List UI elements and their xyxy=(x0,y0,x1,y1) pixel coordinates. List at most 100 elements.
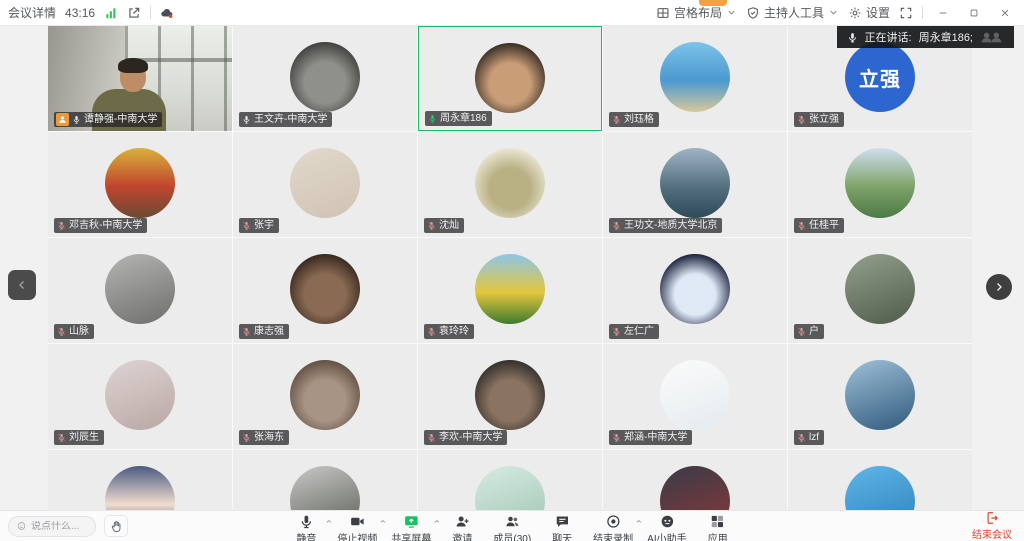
layout-menu[interactable]: 宫格布局 xyxy=(656,4,737,21)
toolbar-button-label: 聊天 xyxy=(552,530,572,541)
mic-muted-icon xyxy=(242,327,251,336)
participant-tile[interactable]: 王文卉-中南大学 xyxy=(233,26,417,131)
participant-tile[interactable]: 邓吉秋-中南大学 xyxy=(48,132,232,237)
participant-tile[interactable] xyxy=(48,450,232,510)
avatar xyxy=(290,254,360,324)
host-tools-menu[interactable]: 主持人工具 xyxy=(746,4,839,21)
participant-grid: 谭静强-中南大学王文卉-中南大学周永章186刘珏格立强张立强邓吉秋-中南大学张宇… xyxy=(48,26,972,510)
previous-page-button[interactable] xyxy=(8,270,36,300)
avatar xyxy=(845,360,915,430)
end-meeting-button[interactable]: 结束会议 xyxy=(972,511,1012,541)
participant-namebar: 谭静强-中南大学 xyxy=(54,112,162,127)
toolbar-button-members[interactable]: 成员(30) xyxy=(493,514,531,541)
avatar xyxy=(475,360,545,430)
chevron-up-icon[interactable] xyxy=(635,518,642,525)
participant-name: 李欢-中南大学 xyxy=(439,430,502,445)
participant-tile[interactable]: 张海东 xyxy=(233,344,417,449)
apps-icon xyxy=(710,514,726,529)
next-page-button[interactable] xyxy=(986,274,1012,300)
participant-tile[interactable] xyxy=(788,450,972,510)
participant-tile[interactable]: 刘辰生 xyxy=(48,344,232,449)
mic-muted-icon xyxy=(612,115,621,124)
mic-muted-icon xyxy=(242,221,251,230)
leave-meeting-icon xyxy=(985,511,1000,525)
fullscreen-icon[interactable] xyxy=(899,6,913,20)
toolbar-button-label: 停止视频 xyxy=(337,530,377,541)
participant-namebar: 袁玲玲 xyxy=(424,324,474,339)
divider xyxy=(922,6,923,19)
minimize-button[interactable] xyxy=(932,4,954,22)
avatar xyxy=(290,360,360,430)
chevron-up-icon[interactable] xyxy=(379,518,386,525)
share-screen-icon xyxy=(403,514,419,529)
video-grid-area: 谭静强-中南大学王文卉-中南大学周永章186刘珏格立强张立强邓吉秋-中南大学张宇… xyxy=(0,26,1024,510)
participant-namebar: 刘珏格 xyxy=(609,112,659,127)
toolbar-button-mic[interactable]: 静音 xyxy=(289,514,323,541)
participant-name: 周永章186 xyxy=(440,111,487,126)
participant-tile[interactable]: 袁玲玲 xyxy=(418,238,602,343)
raise-hand-button[interactable] xyxy=(104,515,128,537)
mic-muted-icon xyxy=(57,221,66,230)
avatar xyxy=(105,360,175,430)
mic-muted-icon xyxy=(797,433,806,442)
participant-tile[interactable]: 任桂平 xyxy=(788,132,972,237)
cloud-recording-icon[interactable] xyxy=(160,6,174,20)
participant-tile[interactable]: 王功文-地质大学北京 xyxy=(603,132,787,237)
participant-namebar: 刘辰生 xyxy=(54,430,104,445)
mic-muted-icon xyxy=(427,327,436,336)
participant-tile[interactable] xyxy=(603,450,787,510)
participant-tile[interactable] xyxy=(418,450,602,510)
participant-tile[interactable]: 谭静强-中南大学 xyxy=(48,26,232,131)
ai-assistant-icon xyxy=(659,514,675,529)
participant-tile[interactable]: 左仁广 xyxy=(603,238,787,343)
toolbar-buttons: 静音停止视频 共享屏幕邀请成员(30) 聊天 结束录制 AI小助手应用 xyxy=(289,514,734,541)
toolbar-button-share-screen[interactable]: 共享屏幕 xyxy=(391,514,431,541)
avatar xyxy=(105,148,175,218)
notification-tab[interactable] xyxy=(699,0,727,6)
avatar xyxy=(475,466,545,510)
participant-tile[interactable]: 张宇 xyxy=(233,132,417,237)
mic-muted-icon xyxy=(612,433,621,442)
participant-name: 邓吉秋-中南大学 xyxy=(69,218,142,233)
chat-icon xyxy=(554,514,570,529)
participant-tile[interactable]: 山脉 xyxy=(48,238,232,343)
close-button[interactable] xyxy=(994,4,1016,22)
participant-namebar: 左仁广 xyxy=(609,324,659,339)
participant-tile[interactable]: 刘珏格 xyxy=(603,26,787,131)
participant-namebar: 王功文-地质大学北京 xyxy=(609,218,722,233)
participant-tile[interactable]: 户 xyxy=(788,238,972,343)
chevron-up-icon[interactable] xyxy=(433,518,440,525)
participant-tile[interactable]: 李欢-中南大学 xyxy=(418,344,602,449)
participant-tile[interactable]: 周永章186 xyxy=(418,26,602,131)
toolbar-button-record[interactable]: 结束录制 xyxy=(593,514,633,541)
pop-out-icon[interactable] xyxy=(127,6,141,20)
quick-chat-input[interactable] xyxy=(31,521,87,532)
toolbar-button-camera[interactable]: 停止视频 xyxy=(337,514,377,541)
invite-icon xyxy=(454,514,470,529)
participant-name: 王文卉-中南大学 xyxy=(254,112,327,127)
mic-icon xyxy=(847,32,858,43)
participant-namebar: 户 xyxy=(794,324,824,339)
toolbar-button-label: 结束录制 xyxy=(593,530,633,541)
maximize-button[interactable] xyxy=(963,4,985,22)
quick-chat-box[interactable] xyxy=(8,516,96,537)
avatar xyxy=(660,148,730,218)
participant-tile[interactable] xyxy=(233,450,417,510)
avatar xyxy=(660,466,730,510)
participant-namebar: lzf xyxy=(794,430,824,445)
host-badge-icon xyxy=(56,113,69,126)
network-signal-icon[interactable] xyxy=(104,6,118,20)
chevron-up-icon[interactable] xyxy=(325,518,332,525)
toolbar-button-invite[interactable]: 邀请 xyxy=(445,514,479,541)
participant-tile[interactable]: 郑涵-中南大学 xyxy=(603,344,787,449)
meeting-details-button[interactable]: 会议详情 xyxy=(8,4,56,21)
toolbar-button-apps[interactable]: 应用 xyxy=(701,514,735,541)
participant-name: 山脉 xyxy=(69,324,89,339)
toolbar-button-chat[interactable]: 聊天 xyxy=(545,514,579,541)
participant-tile[interactable]: 康志强 xyxy=(233,238,417,343)
participant-name: 郑涵-中南大学 xyxy=(624,430,687,445)
participant-tile[interactable]: 沈灿 xyxy=(418,132,602,237)
settings-button[interactable]: 设置 xyxy=(848,4,890,21)
participant-tile[interactable]: lzf xyxy=(788,344,972,449)
toolbar-button-ai-assistant[interactable]: AI小助手 xyxy=(647,514,686,541)
